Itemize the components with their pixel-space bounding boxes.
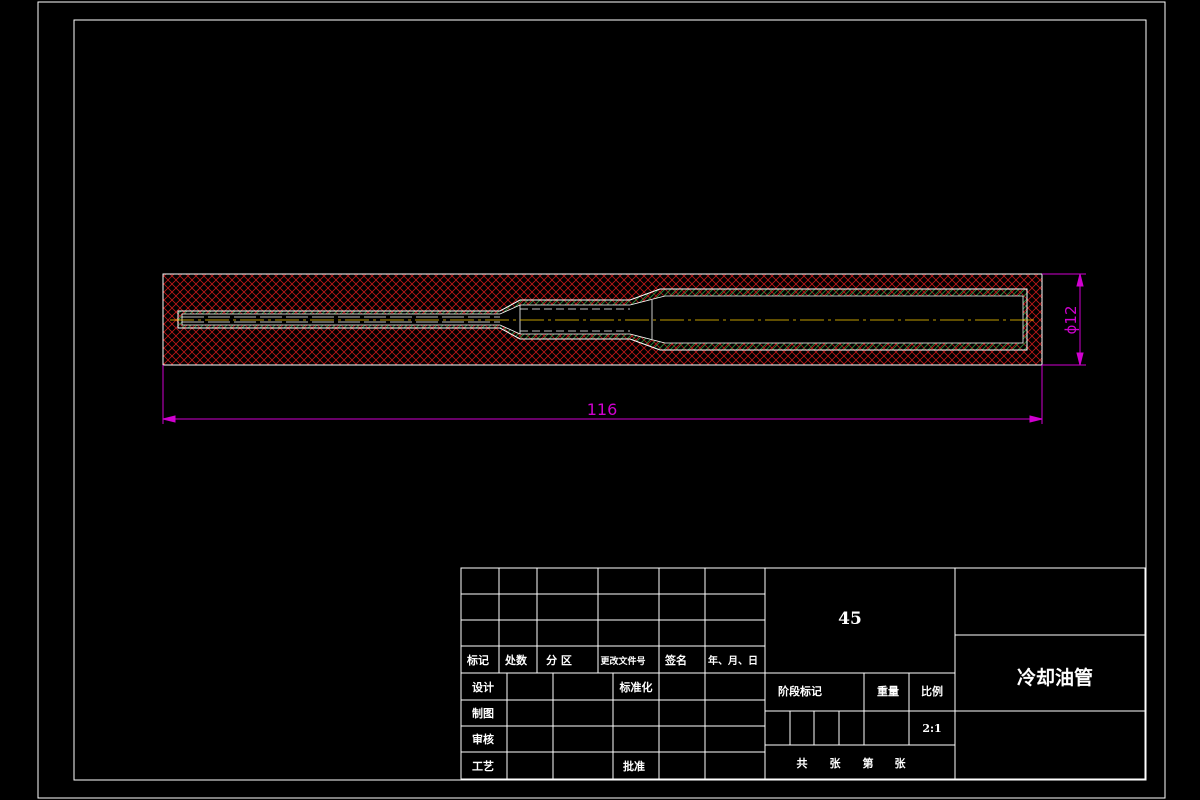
part-name: 冷却油管 (1017, 666, 1093, 689)
rev-header-sign: 签名 (664, 653, 687, 667)
stage-mark-label: 阶段标记 (778, 684, 822, 698)
weight-label: 重量 (877, 684, 899, 698)
rev-header-date: 年、月、日 (708, 654, 758, 667)
dimension-diameter-label: ϕ12 (1062, 306, 1080, 335)
sign-row-process: 工艺 (472, 759, 494, 773)
rev-header-count: 处数 (504, 653, 528, 667)
rev-header-zone: 分 区 (546, 653, 572, 667)
sheets-total-label: 共 (797, 756, 808, 770)
sign-row-draw: 制图 (472, 706, 494, 720)
material-label: 45 (838, 609, 862, 629)
scale-label: 比例 (921, 684, 943, 698)
rev-header-doc: 更改文件号 (600, 655, 645, 667)
scale-value: 2:1 (922, 722, 941, 735)
rev-header-mark: 标记 (466, 653, 489, 667)
sheets-unit-1: 张 (830, 756, 842, 770)
sign-row-check: 审核 (472, 732, 494, 746)
standardization-label: 标准化 (619, 680, 653, 694)
approval-label: 批准 (623, 759, 645, 773)
dimension-length-label: 116 (587, 400, 618, 419)
sheet-no-label: 第 (863, 756, 874, 770)
cad-drawing: 116 ϕ12 45 冷却油管 标记 处数 分 区 更改文件号 签名 年、月、日… (37, 1, 1166, 799)
part-section (162, 273, 1043, 366)
sheets-unit-2: 张 (895, 756, 907, 770)
sign-row-design: 设计 (472, 680, 494, 694)
